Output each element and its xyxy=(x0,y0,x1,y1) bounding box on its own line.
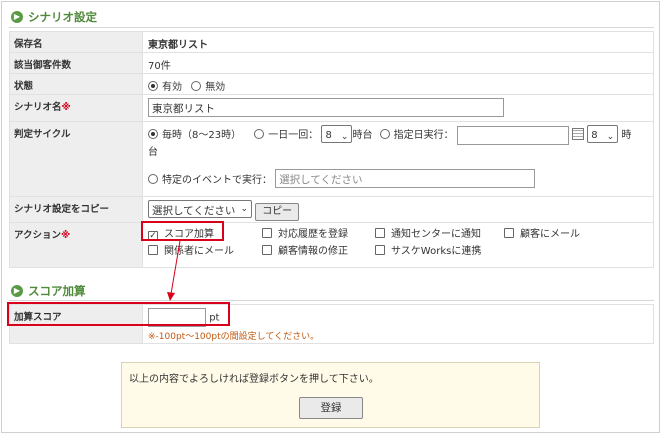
score-section-title-text: スコア加算 xyxy=(28,284,86,298)
checkbox-icon xyxy=(262,228,272,238)
arrow-right-icon: ▶ xyxy=(11,285,23,297)
copy-label: シナリオ設定をコピー xyxy=(9,196,143,223)
status-active-label: 有効 xyxy=(162,82,182,93)
arrow-right-icon: ▶ xyxy=(11,11,23,23)
confirm-message: 以上の内容でよろしければ登録ボタンを押して下さい。 xyxy=(129,374,379,385)
action-history[interactable]: 対応履歴を登録 xyxy=(262,226,375,243)
action-customer-mail-label: 顧客にメール xyxy=(520,229,580,240)
action-notify-center[interactable]: 通知センターに通知 xyxy=(375,226,504,243)
copy-select-value: 選択してください xyxy=(152,205,236,217)
cycle-hourly-radio[interactable] xyxy=(148,129,158,139)
status-inactive-label: 無効 xyxy=(205,82,226,93)
status-options: 有効 無効 xyxy=(142,73,654,95)
action-label-text: アクション xyxy=(14,230,62,241)
action-works-link-label: サスケWorksに連携 xyxy=(391,246,482,257)
count-value: 70件 xyxy=(142,52,654,74)
title-divider xyxy=(9,27,654,28)
score-note: ※-100pt〜100ptの間設定してください。 xyxy=(148,332,320,342)
status-radio-active[interactable]: 有効 xyxy=(148,81,182,93)
cycle-options: 毎時（8〜23時） 一日一回： 8 ⌄ 時台 指定日実行： 8 ⌄ 時 台 特定のイベ… xyxy=(142,121,654,197)
highlight-score-field xyxy=(7,302,230,326)
save-name-label: 保存名 xyxy=(9,31,143,53)
row-scenario-name: シナリオ名※ 東京都リスト xyxy=(9,94,654,122)
row-count: 該当御客件数 70件 xyxy=(9,52,654,74)
action-history-label: 対応履歴を登録 xyxy=(278,229,348,240)
cycle-date-radio[interactable] xyxy=(379,129,390,139)
scenario-form: 保存名 東京都リスト 該当御客件数 70件 状態 有効 無効 シナリオ名※ 東京… xyxy=(9,31,654,268)
chevron-down-icon: ⌄ xyxy=(240,204,248,214)
action-customer-edit-label: 顧客情報の修正 xyxy=(278,246,348,257)
required-mark: ※ xyxy=(61,102,71,113)
row-status: 状態 有効 無効 xyxy=(9,73,654,95)
status-label: 状態 xyxy=(9,73,143,95)
cycle-daily-label: 一日一回： xyxy=(268,130,319,141)
count-label: 該当御客件数 xyxy=(9,52,143,74)
date-hour-suffix-2: 台 xyxy=(148,146,158,158)
connector-arrow-icon xyxy=(167,240,181,301)
cycle-daily-radio[interactable] xyxy=(254,129,265,139)
daily-hour-value: 8 xyxy=(325,130,332,141)
action-notify-center-label: 通知センターに通知 xyxy=(391,229,481,240)
daily-hour-select[interactable]: 8 ⌄ xyxy=(321,125,353,143)
cycle-event-label: 特定のイベントで実行： xyxy=(162,174,272,186)
checkbox-icon xyxy=(504,228,514,238)
scenario-section-title-text: シナリオ設定 xyxy=(28,10,97,24)
date-input[interactable] xyxy=(456,125,569,145)
score-section-title: ▶ スコア加算 xyxy=(11,283,86,299)
row-action: アクション※ ✓ スコア加算 対応履歴を登録 通知センターに通知 顧客にメール 関… xyxy=(9,222,654,268)
save-name-value: 東京都リスト xyxy=(142,31,654,53)
action-row-2: 関係者にメール 顧客情報の修正 サスケWorksに連携 xyxy=(148,243,653,260)
title-divider xyxy=(9,300,654,301)
row-copy: シナリオ設定をコピー 選択してください ⌄ コピー xyxy=(9,196,654,223)
date-hour-select[interactable]: 8 ⌄ xyxy=(587,125,619,143)
daily-hour-suffix: 時台 xyxy=(352,130,373,141)
chevron-down-icon: ⌄ xyxy=(606,132,615,142)
row-save-name: 保存名 東京都リスト xyxy=(9,31,654,53)
cycle-event-radio[interactable] xyxy=(148,173,158,184)
action-customer-mail[interactable]: 顧客にメール xyxy=(504,226,580,243)
action-customer-edit[interactable]: 顧客情報の修正 xyxy=(262,243,375,260)
radio-unchecked-icon xyxy=(191,81,202,91)
date-hour-suffix-1: 時 xyxy=(621,130,632,141)
cycle-label: 判定サイクル xyxy=(9,121,143,197)
action-label: アクション※ xyxy=(9,222,143,268)
scenario-name-input[interactable]: 東京都リスト xyxy=(148,98,504,117)
scenario-name-label-text: シナリオ名 xyxy=(14,102,62,113)
register-button[interactable]: 登録 xyxy=(299,397,363,419)
calendar-icon[interactable] xyxy=(572,128,585,140)
event-select[interactable]: 選択してください xyxy=(275,168,536,188)
scenario-name-cell: 東京都リスト xyxy=(142,94,654,122)
cycle-date-label: 指定日実行： xyxy=(393,130,454,141)
scenario-name-label: シナリオ名※ xyxy=(9,94,143,122)
copy-button[interactable]: コピー xyxy=(255,203,300,221)
cycle-event-row: 特定のイベントで実行： 選択してください xyxy=(148,168,653,189)
row-cycle: 判定サイクル 毎時（8〜23時） 一日一回： 8 ⌄ 時台 指定日実行： 8 ⌄ 時 … xyxy=(9,121,654,197)
cycle-hourly-label: 毎時（8〜23時） xyxy=(162,130,242,141)
checkbox-icon xyxy=(375,228,385,238)
status-radio-inactive[interactable]: 無効 xyxy=(191,81,226,93)
copy-select[interactable]: 選択してください ⌄ xyxy=(148,200,252,218)
confirm-box: 以上の内容でよろしければ登録ボタンを押して下さい。 登録 xyxy=(121,362,540,428)
date-hour-value: 8 xyxy=(591,130,598,141)
checkbox-icon xyxy=(262,245,272,255)
radio-checked-icon xyxy=(148,81,158,91)
required-mark: ※ xyxy=(61,230,71,241)
scenario-section-title: ▶ シナリオ設定 xyxy=(11,9,97,25)
chevron-down-icon: ⌄ xyxy=(340,132,349,142)
action-works-link[interactable]: サスケWorksに連携 xyxy=(375,243,481,260)
checkbox-icon xyxy=(375,245,385,255)
checkbox-icon xyxy=(148,245,158,255)
copy-cell: 選択してください ⌄ コピー xyxy=(142,196,654,223)
